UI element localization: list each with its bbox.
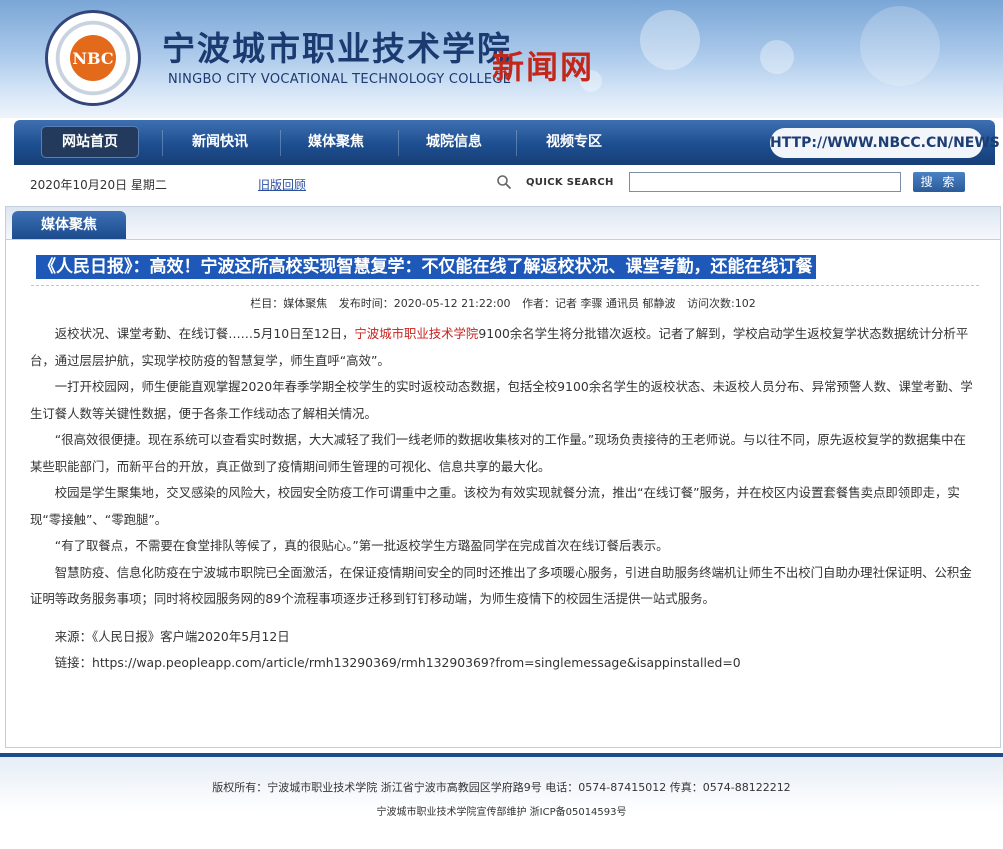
old-version-link[interactable]: 旧版回顾 xyxy=(258,176,306,193)
school-name-en: NINGBO CITY VOCATIONAL TECHNOLOGY COLLEG… xyxy=(168,72,512,87)
footer-icp: 宁波城市职业技术学院宣传部维护 浙ICP备05014593号 xyxy=(376,807,627,818)
header-banner: NBC 宁波城市职业技术学院 NINGBO CITY VOCATIONAL TE… xyxy=(0,0,1003,118)
article-panel: 媒体聚焦 《人民日报》：高效！宁波这所高校实现智慧复学：不仅能在线了解返校状况、… xyxy=(5,206,1001,748)
search-button[interactable]: 搜 索 xyxy=(913,172,965,192)
decor-bokeh xyxy=(640,10,700,70)
quick-search-label: QUICK SEARCH xyxy=(526,177,614,188)
nav-item-news[interactable]: 新闻快讯 xyxy=(172,120,268,165)
article-paragraph: “很高效很便捷。现在系统可以查看实时数据，大大减轻了我们一线老师的数据收集核对的… xyxy=(30,432,966,474)
meta-views: 访问次数:102 xyxy=(687,297,756,310)
decor-bokeh xyxy=(760,40,794,74)
nav-separator xyxy=(516,130,517,156)
meta-column: 栏目：媒体聚焦 xyxy=(250,297,328,310)
nav-separator xyxy=(398,130,399,156)
school-logo: NBC xyxy=(45,10,141,106)
meta-author: 作者：记者 李骤 通讯员 郁静波 xyxy=(522,297,676,310)
footer: 版权所有：宁波城市职业技术学院 浙江省宁波市高教园区学府路9号 电话：0574-… xyxy=(0,757,1003,849)
article-paragraph: 校园是学生聚集地，交叉感染的风险大，校园安全防疫工作可谓重中之重。该校为有效实现… xyxy=(30,485,960,527)
school-name-link[interactable]: 宁波城市职业技术学院 xyxy=(354,326,478,341)
article-paragraph: 一打开校园网，师生便能直观掌握2020年春季学期全校学生的实时返校动态数据，包括… xyxy=(30,379,973,421)
article-link: 链接：https://wap.peopleapp.com/article/rmh… xyxy=(54,655,741,670)
nav-item-video[interactable]: 视频专区 xyxy=(526,120,622,165)
toolbar: 2020年10月20日 星期二 旧版回顾 QUICK SEARCH 搜 索 xyxy=(0,168,1003,200)
nav-separator xyxy=(280,130,281,156)
article-paragraph: 返校状况、课堂考勤、在线订餐……5月10日至12日，宁波城市职业技术学院9100… xyxy=(30,321,976,374)
article-source: 来源：《人民日报》客户端2020年5月12日 xyxy=(54,628,290,644)
nav-item-campus-info[interactable]: 城院信息 xyxy=(406,120,502,165)
footer-copyright: 版权所有：宁波城市职业技术学院 浙江省宁波市高教园区学府路9号 电话：0574-… xyxy=(212,781,791,794)
article-title: 《人民日报》：高效！宁波这所高校实现智慧复学：不仅能在线了解返校状况、课堂考勤，… xyxy=(36,255,816,279)
article-paragraph: “有了取餐点，不需要在食堂排队等候了，真的很贴心。”第一批返校学生方璐盈同学在完… xyxy=(54,538,669,553)
main-nav: 网站首页 新闻快讯 媒体聚焦 城院信息 视频专区 HTTP://WWW.NBCC… xyxy=(14,120,1000,165)
search-input[interactable] xyxy=(629,172,901,192)
paragraph-text: 返校状况、课堂考勤、在线订餐……5月10日至12日， xyxy=(54,326,355,341)
article-meta: 栏目：媒体聚焦 发布时间：2020-05-12 21:22:00 作者：记者 李… xyxy=(6,295,1000,311)
nav-separator xyxy=(162,130,163,156)
article-paragraph: 智慧防疫、信息化防疫在宁波城市职院已全面激活，在保证疫情期间安全的同时还推出了多… xyxy=(30,564,972,607)
site-name: 新闻网 xyxy=(492,48,595,86)
title-divider xyxy=(31,285,979,286)
school-name-cn: 宁波城市职业技术学院 xyxy=(162,29,512,68)
search-icon xyxy=(497,175,512,190)
article-body: 返校状况、课堂考勤、在线订餐……5月10日至12日，宁波城市职业技术学院9100… xyxy=(30,321,976,677)
nav-item-home[interactable]: 网站首页 xyxy=(42,127,138,157)
nav-item-media[interactable]: 媒体聚焦 xyxy=(288,120,384,165)
decor-bokeh xyxy=(860,6,940,86)
meta-time: 发布时间：2020-05-12 21:22:00 xyxy=(338,297,511,310)
site-url-badge[interactable]: HTTP://WWW.NBCC.CN/NEWS xyxy=(770,128,1000,158)
current-date: 2020年10月20日 星期二 xyxy=(30,178,167,192)
logo-mark: NBC xyxy=(70,35,116,81)
section-tab-media: 媒体聚焦 xyxy=(12,211,126,239)
section-header: 媒体聚焦 xyxy=(6,207,1000,240)
